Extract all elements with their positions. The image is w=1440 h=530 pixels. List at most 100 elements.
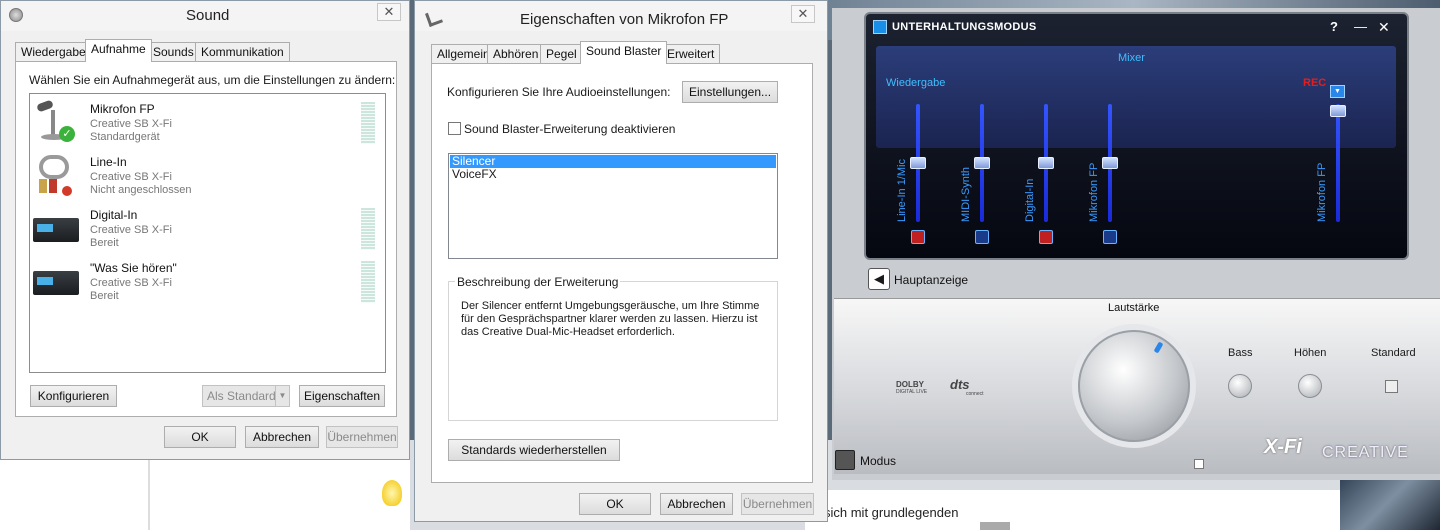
volume-slider-thumb[interactable]	[974, 157, 990, 169]
tab-recording[interactable]: Aufnahme	[85, 39, 152, 62]
window-title: Sound	[186, 7, 230, 24]
device-row[interactable]: ✓ Mikrofon FP Creative SB X-Fi Standardg…	[31, 98, 375, 150]
restore-defaults-button[interactable]: Standards wiederherstellen	[448, 439, 620, 461]
tab-advanced[interactable]: Erweitert	[661, 44, 721, 64]
device-driver: Creative SB X-Fi	[90, 118, 172, 130]
rec-slider-track[interactable]	[1336, 104, 1340, 222]
channel-label: Mikrofon FP	[1088, 162, 1100, 222]
device-driver: Creative SB X-Fi	[90, 224, 172, 236]
background-scrollbar[interactable]	[980, 522, 1010, 530]
check-badge-icon: ✓	[59, 126, 75, 142]
muted-speaker-icon[interactable]	[1039, 230, 1053, 244]
dolby-subtext: DIGITAL LIVE	[896, 389, 928, 395]
tab-listen[interactable]: Abhören	[487, 44, 545, 64]
minimize-button[interactable]: —	[1354, 19, 1367, 34]
background-panel-divider	[148, 460, 150, 530]
device-name: Mikrofon FP	[90, 102, 155, 116]
creative-title: UNTERHALTUNGSMODUS	[892, 21, 1037, 33]
close-button[interactable]: ✕	[791, 5, 815, 23]
speaker-icon[interactable]	[1103, 230, 1117, 244]
settings-button[interactable]: Einstellungen...	[682, 81, 778, 103]
muted-speaker-icon[interactable]	[911, 230, 925, 244]
soundcard-icon	[33, 218, 79, 242]
device-driver: Creative SB X-Fi	[90, 277, 172, 289]
standard-label: Standard	[1371, 347, 1416, 359]
tab-levels[interactable]: Pegel	[540, 44, 583, 64]
level-meter	[361, 102, 375, 144]
tab-general[interactable]: Allgemein	[431, 44, 496, 64]
device-status: Bereit	[90, 237, 119, 249]
cable-icon	[33, 153, 77, 197]
chevron-down-icon[interactable]: ▼	[275, 386, 289, 406]
device-status: Standardgerät	[90, 131, 160, 143]
instruction-text: Wählen Sie ein Aufnahmegerät aus, um die…	[29, 73, 396, 87]
device-driver: Creative SB X-Fi	[90, 171, 172, 183]
help-button[interactable]: ?	[1330, 19, 1338, 34]
bass-knob[interactable]	[1228, 374, 1252, 398]
dts-logo: dts connect	[950, 378, 994, 397]
description-group-title: Beschreibung der Erweiterung	[455, 275, 621, 289]
ok-button[interactable]: OK	[579, 493, 651, 515]
background-panel	[0, 455, 410, 530]
rec-slider-thumb[interactable]	[1330, 105, 1346, 117]
ok-button[interactable]: OK	[164, 426, 236, 448]
treble-knob[interactable]	[1298, 374, 1322, 398]
background-text: sich mit grundlegenden	[824, 505, 959, 520]
back-arrow-icon[interactable]: ◀	[868, 268, 890, 290]
soundcard-icon	[33, 271, 79, 295]
dolby-text: DOLBY	[896, 380, 924, 389]
speaker-icon[interactable]	[975, 230, 989, 244]
volume-slider-thumb[interactable]	[1102, 157, 1118, 169]
treble-label: Höhen	[1294, 347, 1327, 359]
properties-window: Eigenschaften von Mikrofon FP ✕ Allgemei…	[414, 0, 828, 522]
apply-button[interactable]: Übernehmen	[741, 493, 814, 515]
tab-sound-blaster[interactable]: Sound Blaster	[580, 41, 668, 64]
set-default-button[interactable]: Als Standard ▼	[202, 385, 290, 407]
channel-label: MIDI-Synth	[960, 166, 972, 222]
list-item[interactable]: VoiceFX	[450, 168, 497, 181]
volume-slider-thumb[interactable]	[1038, 157, 1054, 169]
device-row[interactable]: "Was Sie hören" Creative SB X-Fi Bereit	[31, 257, 375, 309]
cancel-button[interactable]: Abbrechen	[245, 426, 319, 448]
mode-icon[interactable]	[835, 450, 855, 470]
playback-label: Wiedergabe	[886, 77, 946, 89]
xfi-logo: X-Fi	[1264, 436, 1302, 458]
volume-label: Lautstärke	[1108, 302, 1160, 314]
disconnected-badge-icon	[61, 185, 73, 197]
microphone-icon: ✓	[33, 99, 77, 144]
cancel-button[interactable]: Abbrechen	[660, 493, 733, 515]
device-row[interactable]: Digital-In Creative SB X-Fi Bereit	[31, 204, 375, 256]
apply-button[interactable]: Übernehmen	[326, 426, 398, 448]
disable-checkbox[interactable]	[448, 122, 461, 135]
mode-label[interactable]: Modus	[860, 454, 896, 468]
close-button[interactable]: ✕	[377, 3, 401, 21]
configure-button[interactable]: Konfigurieren	[30, 385, 117, 407]
tab-communication[interactable]: Kommunikation	[195, 42, 290, 62]
level-meter	[361, 208, 375, 250]
close-button[interactable]: ✕	[1378, 19, 1390, 36]
speaker-icon	[9, 8, 23, 22]
tab-sounds[interactable]: Sounds	[147, 42, 200, 62]
volume-slider-thumb[interactable]	[910, 157, 926, 169]
main-display-label[interactable]: Hauptanzeige	[894, 273, 968, 287]
device-name: "Was Sie hören"	[90, 261, 177, 275]
sound-window: Sound ✕ Wiedergabe Aufnahme Sounds Kommu…	[0, 0, 410, 460]
device-name: Line-In	[90, 155, 127, 169]
reset-button[interactable]	[1385, 380, 1398, 393]
tab-playback[interactable]: Wiedergabe	[15, 42, 92, 62]
bass-label: Bass	[1228, 347, 1253, 359]
disable-checkbox-label[interactable]: Sound Blaster-Erweiterung deaktivieren	[464, 122, 675, 136]
enhancement-list[interactable]	[448, 153, 778, 259]
tab-strip: Wiedergabe Aufnahme Sounds Kommunikation	[15, 39, 395, 62]
device-row[interactable]: Line-In Creative SB X-Fi Nicht angeschlo…	[31, 151, 371, 203]
properties-button[interactable]: Eigenschaften	[299, 385, 385, 407]
channel-label: Line-In 1/Mic	[896, 159, 908, 222]
dolby-logo: DOLBY DIGITAL LIVE	[896, 380, 936, 395]
device-status: Nicht angeschlossen	[90, 184, 192, 196]
mute-checkbox[interactable]	[1194, 459, 1204, 469]
configure-label: Konfigurieren Sie Ihre Audioeinstellunge…	[447, 85, 671, 99]
volume-knob[interactable]	[1078, 330, 1190, 442]
mixer-label: Mixer	[1118, 52, 1145, 64]
list-item-selected[interactable]: Silencer	[450, 155, 776, 168]
rec-dropdown-icon[interactable]: ▼	[1330, 85, 1345, 98]
